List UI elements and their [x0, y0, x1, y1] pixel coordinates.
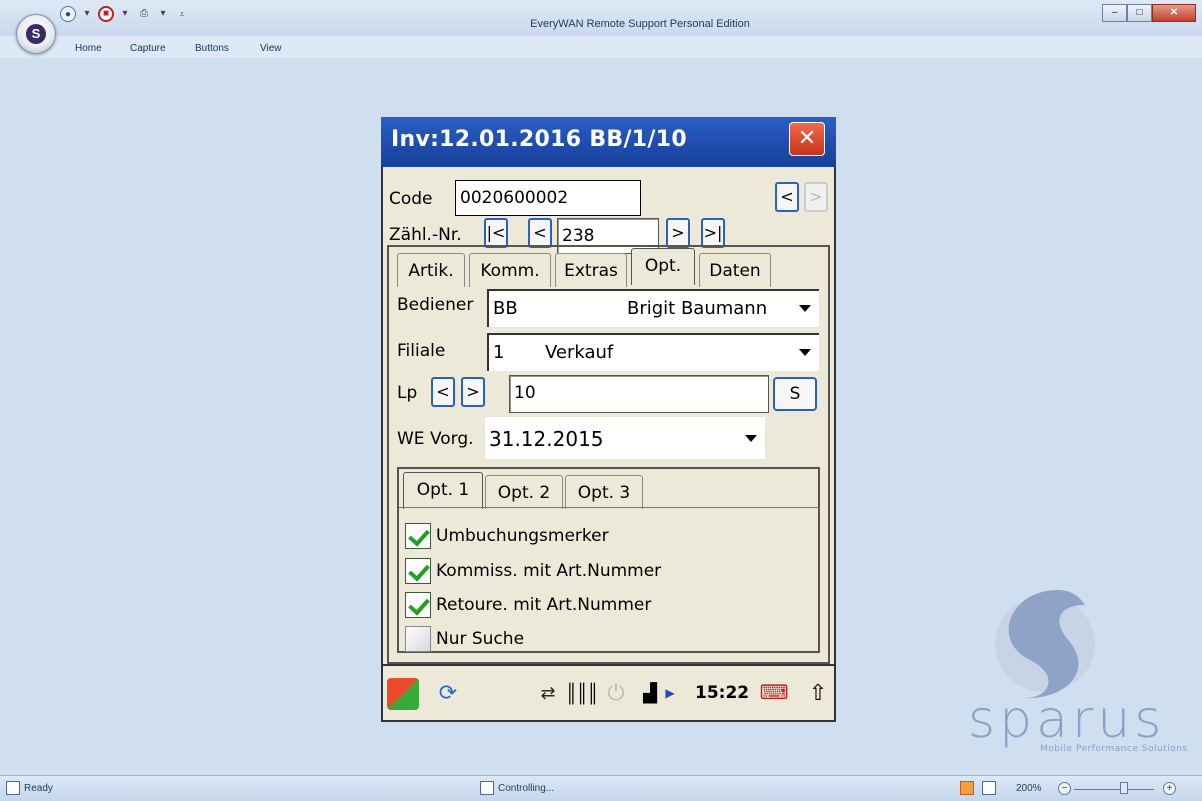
sparus-logo-mark [995, 590, 1095, 699]
ribbon-tabs: Home Capture Buttons View [0, 36, 1202, 58]
zaehl-last-button[interactable]: >| [701, 218, 725, 248]
bediener-label: Bediener [397, 295, 474, 315]
windows-start-icon[interactable] [387, 678, 419, 710]
checkbox-checked-icon[interactable] [405, 592, 431, 618]
device-screen: Inv:12.01.2016 BB/1/10 ✕ Code 0020600002… [381, 117, 836, 722]
close-button[interactable]: ✕ [1152, 4, 1196, 22]
checkbox-unchecked-icon[interactable] [405, 626, 431, 652]
sync-icon[interactable]: ⟳ [433, 678, 463, 708]
tab-komm[interactable]: Komm. [469, 253, 551, 287]
chevron-down-icon [745, 435, 757, 442]
tab-opt[interactable]: Opt. [631, 248, 695, 285]
we-vorg-value: 31.12.2015 [489, 427, 604, 451]
code-prev-button[interactable]: < [775, 182, 799, 212]
barcode-icon[interactable]: ║║║ [565, 678, 599, 708]
subtab-opt1[interactable]: Opt. 1 [403, 472, 483, 509]
signal-icon[interactable]: ▟ [635, 678, 665, 708]
app-logo-icon: S [26, 24, 46, 44]
sparus-logo-subtitle: Mobile Performance Solutions [1040, 744, 1188, 754]
keyboard-icon[interactable]: ⌨ [759, 678, 789, 708]
app-status-icon [6, 781, 20, 795]
zaehl-prev-button[interactable]: < [528, 218, 552, 248]
device-close-button[interactable]: ✕ [789, 122, 825, 156]
zaehl-next-button[interactable]: > [666, 218, 690, 248]
option-label: Kommiss. mit Art.Nummer [436, 561, 662, 581]
status-controlling: Controlling... [498, 783, 555, 794]
zoom-in-button[interactable]: + [1163, 782, 1176, 795]
play-icon: ▶ [665, 686, 675, 700]
chevron-down-icon [799, 349, 811, 356]
status-bar: Ready Controlling... 200% − + [0, 775, 1202, 801]
filiale-label: Filiale [397, 341, 446, 361]
option-retoure[interactable]: Retoure. mit Art.Nummer [405, 591, 651, 619]
status-ready: Ready [24, 783, 53, 794]
checkbox-checked-icon[interactable] [405, 523, 431, 549]
device-form: Code 0020600002 < > Zähl.-Nr. |< < 238 >… [381, 167, 836, 664]
menu-view[interactable]: View [260, 43, 282, 54]
maximize-button[interactable]: □ [1127, 4, 1152, 22]
option-kommiss[interactable]: Kommiss. mit Art.Nummer [405, 557, 661, 585]
we-vorg-label: WE Vorg. [397, 429, 474, 449]
zoom-slider-track[interactable] [1074, 789, 1154, 790]
minimize-button[interactable]: – [1102, 4, 1127, 22]
option-nur-suche[interactable]: Nur Suche [405, 625, 524, 653]
bediener-code: BB [493, 298, 518, 319]
chevron-down-icon [799, 305, 811, 312]
device-title: Inv:12.01.2016 BB/1/10 [391, 127, 687, 152]
lp-prev-button[interactable]: < [431, 377, 455, 407]
sparus-logo-word: sparus [968, 690, 1166, 750]
filiale-code: 1 [493, 342, 505, 363]
option-label: Umbuchungsmerker [436, 526, 609, 546]
option-label: Retoure. mit Art.Nummer [436, 595, 652, 615]
subtab-divider [399, 507, 818, 508]
power-icon[interactable]: ⏻ [601, 678, 631, 708]
option-umbuchungsmerker[interactable]: Umbuchungsmerker [405, 522, 609, 550]
tab-daten[interactable]: Daten [699, 253, 771, 287]
lp-input[interactable]: 10 [509, 375, 769, 413]
document-icon [480, 781, 494, 795]
fit-icon[interactable] [982, 781, 996, 795]
device-taskbar: ⟳ ⇄ ║║║ ⏻ ▟ ▶ 15:22 ⌨ ⇧ [381, 664, 836, 722]
filiale-name: Verkauf [545, 342, 614, 363]
app-menu-button[interactable]: S [16, 14, 56, 54]
scanner-icon[interactable]: ⇄ [533, 678, 563, 708]
zoom-level: 200% [1016, 783, 1042, 794]
zoom-out-button[interactable]: − [1058, 782, 1071, 795]
bediener-name: Brigit Baumann [627, 298, 768, 319]
tool-icon[interactable] [960, 781, 974, 795]
menu-buttons[interactable]: Buttons [195, 43, 229, 54]
option-label: Nur Suche [436, 629, 525, 649]
menu-capture[interactable]: Capture [130, 43, 166, 54]
lp-search-button[interactable]: S [773, 377, 817, 411]
zaehl-label: Zähl.-Nr. [389, 225, 462, 245]
lp-label: Lp [397, 383, 418, 403]
window-title: EveryWAN Remote Support Personal Edition [530, 18, 750, 30]
window-titlebar: ● ▾ ■ ▾ ⎙ ▾ ⩡ EveryWAN Remote Support Pe… [0, 0, 1202, 36]
menu-home[interactable]: Home [75, 43, 102, 54]
code-next-button[interactable]: > [804, 182, 828, 212]
tab-extras[interactable]: Extras [555, 253, 627, 287]
tab-artik[interactable]: Artik. [397, 253, 465, 287]
device-clock: 15:22 [695, 683, 750, 703]
checkbox-checked-icon[interactable] [405, 558, 431, 584]
code-label: Code [389, 189, 433, 209]
subtab-opt3[interactable]: Opt. 3 [565, 475, 643, 509]
we-vorg-select[interactable]: 31.12.2015 [485, 417, 765, 459]
window-controls: – □ ✕ [1102, 4, 1196, 22]
zaehl-first-button[interactable]: |< [484, 218, 508, 248]
bediener-select[interactable]: BB Brigit Baumann [487, 289, 819, 327]
up-arrow-icon[interactable]: ⇧ [803, 678, 833, 708]
device-titlebar: Inv:12.01.2016 BB/1/10 ✕ [381, 117, 836, 167]
zoom-slider-thumb[interactable] [1120, 782, 1128, 794]
lp-next-button[interactable]: > [461, 377, 485, 407]
code-input[interactable]: 0020600002 [455, 180, 641, 216]
subtab-opt2[interactable]: Opt. 2 [485, 475, 563, 509]
filiale-select[interactable]: 1 Verkauf [487, 333, 819, 371]
